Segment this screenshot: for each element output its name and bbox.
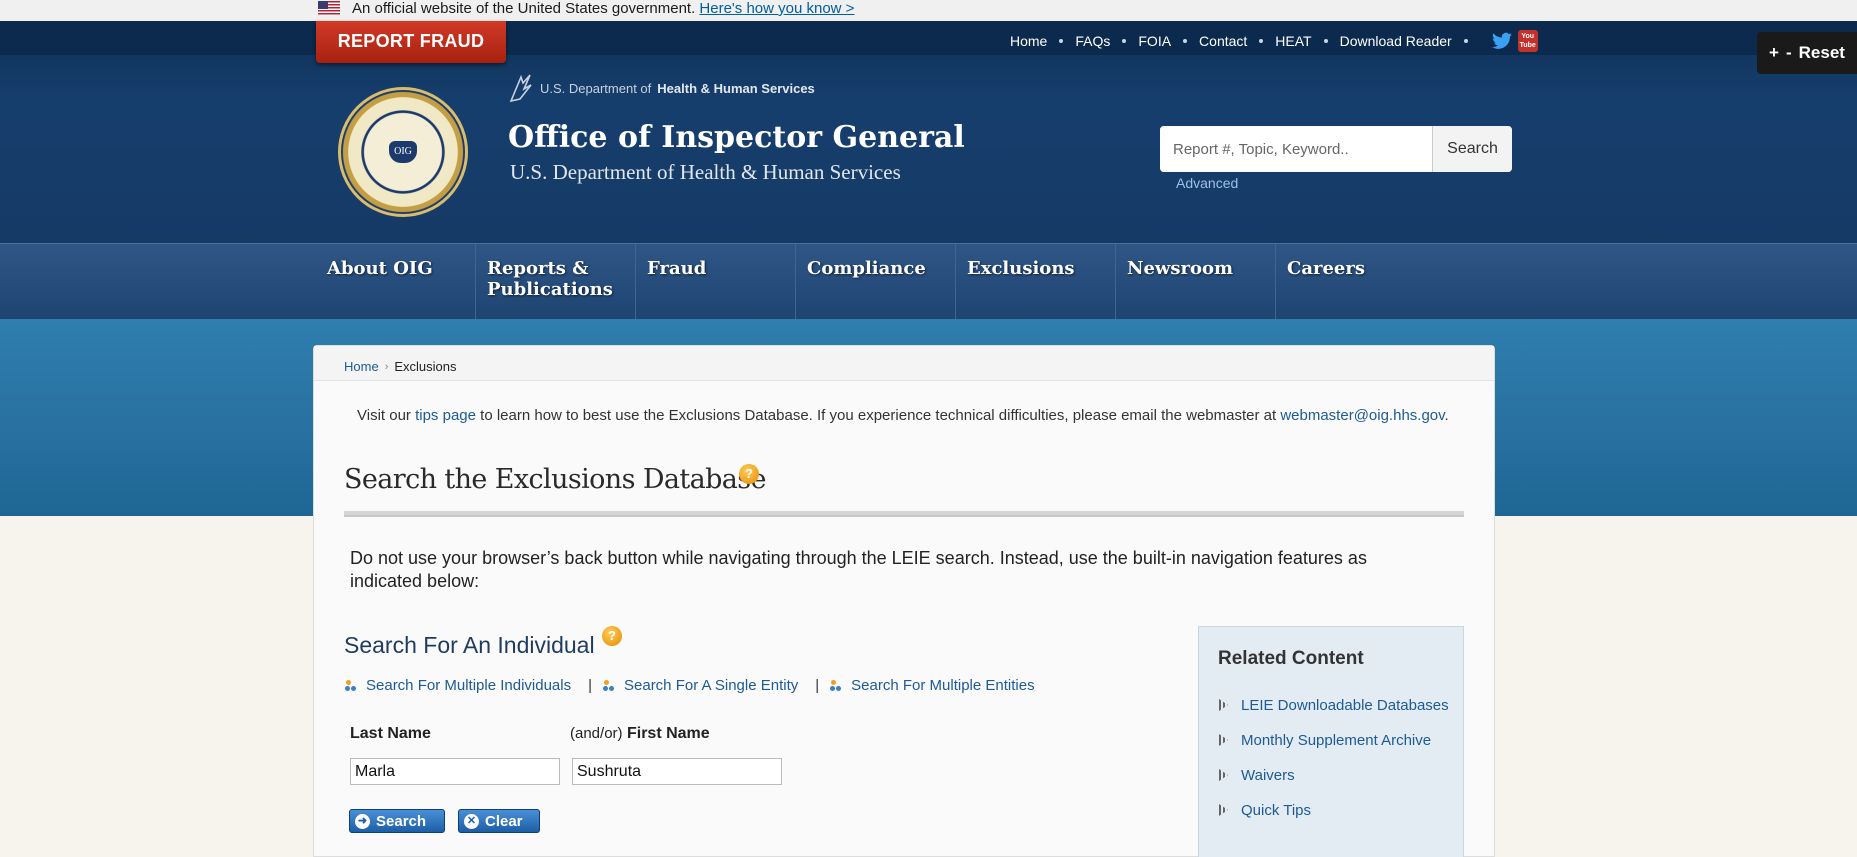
zoom-out-button[interactable]: - <box>1786 43 1792 63</box>
page-title: Search the Exclusions Database <box>344 464 767 495</box>
seal-oig-text: OIG <box>389 141 417 163</box>
related-quick-tips-link[interactable]: Quick Tips <box>1218 800 1453 822</box>
link-label: Search For Multiple Entities <box>851 677 1035 694</box>
navigation-warning: Do not use your browser’s back button wh… <box>350 548 1367 591</box>
first-name-prefix: (and/or) <box>570 725 623 742</box>
util-download-reader-link[interactable]: Download Reader <box>1340 33 1452 49</box>
related-content-title: Related Content <box>1218 648 1364 669</box>
link-bullet-icon <box>602 679 616 692</box>
content-panel: Home › Exclusions Visit our tips page to… <box>313 345 1495 857</box>
chevron-right-icon: › <box>384 360 389 373</box>
link-separator: | <box>815 677 820 694</box>
report-fraud-button[interactable]: REPORT FRAUD <box>316 21 506 63</box>
site-search: Search <box>1160 126 1512 172</box>
search-multiple-entities-link[interactable]: Search For Multiple Entities <box>829 677 1035 694</box>
first-name-label: (and/or) First Name <box>570 725 710 743</box>
search-type-links: Search For Multiple Individuals | Search… <box>344 677 1035 694</box>
tips-text-middle: to learn how to best use the Exclusions … <box>475 407 1281 424</box>
separator-dot <box>1122 39 1127 43</box>
last-name-input[interactable] <box>350 758 560 785</box>
utility-nav: Home FAQs FOIA Contact HEAT Download Rea… <box>1010 30 1538 52</box>
link-bullet-icon <box>829 679 843 692</box>
separator-dot <box>1259 39 1264 43</box>
breadcrumb-home[interactable]: Home <box>344 359 379 374</box>
nav-compliance[interactable]: Compliance <box>796 244 956 320</box>
link-label: Search For Multiple Individuals <box>366 677 572 694</box>
search-multiple-individuals-link[interactable]: Search For Multiple Individuals <box>344 677 571 694</box>
help-icon[interactable]: ? <box>602 626 622 646</box>
hhs-department-line: U.S. Department of Health & Human Servic… <box>508 73 815 103</box>
nav-newsroom[interactable]: Newsroom <box>1116 244 1276 320</box>
related-monthly-supplement-link[interactable]: Monthly Supplement Archive <box>1218 730 1453 752</box>
separator-dot <box>1183 39 1188 43</box>
webmaster-email-link[interactable]: webmaster@oig.hhs.gov <box>1280 407 1444 424</box>
twitter-icon[interactable] <box>1491 32 1512 50</box>
util-faqs-link[interactable]: FAQs <box>1075 33 1110 49</box>
util-contact-link[interactable]: Contact <box>1199 33 1247 49</box>
oig-seal-logo[interactable]: OIG <box>338 87 468 217</box>
last-name-label: Last Name <box>350 725 431 742</box>
clear-button-label: Clear <box>485 812 523 830</box>
youtube-icon[interactable]: You Tube <box>1517 30 1538 52</box>
breadcrumb: Home › Exclusions <box>314 346 1494 381</box>
tips-page-link[interactable]: tips page <box>415 407 476 424</box>
clear-icon: ✕ <box>464 813 479 829</box>
link-separator: | <box>588 677 592 694</box>
zoom-reset-widget: + - Reset <box>1757 32 1857 74</box>
search-single-entity-link[interactable]: Search For A Single Entity <box>602 677 798 694</box>
top-bar <box>0 21 1857 55</box>
related-waivers-link[interactable]: Waivers <box>1218 765 1453 787</box>
gov-banner-text: An official website of the United States… <box>352 0 696 17</box>
hhs-prefix: U.S. Department of <box>540 80 652 96</box>
gov-banner: An official website of the United States… <box>0 0 1857 21</box>
reset-button[interactable]: Reset <box>1799 43 1845 63</box>
link-bullet-icon <box>344 679 358 692</box>
advanced-search-link[interactable]: Advanced <box>1176 175 1238 191</box>
clear-button[interactable]: ✕ Clear <box>458 809 540 833</box>
tips-text-before: Visit our <box>357 407 416 424</box>
util-foia-link[interactable]: FOIA <box>1138 33 1171 49</box>
search-individual-heading: Search For An Individual <box>344 632 595 658</box>
nav-about-oig[interactable]: About OIG <box>316 244 476 320</box>
link-label: Search For A Single Entity <box>624 677 799 694</box>
site-search-input[interactable] <box>1160 126 1432 172</box>
hhs-name: Health & Human Services <box>657 80 815 96</box>
related-content-box: Related Content LEIE Downloadable Databa… <box>1198 626 1464 857</box>
breadcrumb-current: Exclusions <box>394 359 457 374</box>
nav-careers[interactable]: Careers <box>1276 244 1436 320</box>
search-icon: ➜ <box>355 813 370 829</box>
hhs-eagle-icon <box>509 74 532 103</box>
nav-reports-publications[interactable]: Reports & Publications <box>476 244 636 320</box>
tips-notice: Visit our tips page to learn how to best… <box>357 407 1449 424</box>
separator-dot <box>1323 39 1328 43</box>
tips-text-after: . <box>1444 407 1449 424</box>
search-button-label: Search <box>376 812 427 830</box>
flag-icon <box>318 1 340 15</box>
title-divider <box>344 511 1464 517</box>
related-leie-databases-link[interactable]: LEIE Downloadable Databases <box>1218 695 1453 717</box>
separator-dot <box>1463 39 1468 43</box>
util-heat-link[interactable]: HEAT <box>1275 33 1311 49</box>
related-content-list: LEIE Downloadable Databases Monthly Supp… <box>1218 695 1453 835</box>
nav-exclusions[interactable]: Exclusions <box>956 244 1116 320</box>
first-name-label-text: First Name <box>626 725 710 742</box>
site-title[interactable]: Office of Inspector General <box>508 120 965 155</box>
search-button[interactable]: ➜ Search <box>349 809 445 833</box>
how-you-know-link[interactable]: Here's how you know > <box>699 0 854 17</box>
help-icon[interactable]: ? <box>739 464 759 484</box>
util-home-link[interactable]: Home <box>1010 33 1047 49</box>
zoom-in-button[interactable]: + <box>1769 43 1779 63</box>
site-search-button[interactable]: Search <box>1432 126 1512 172</box>
nav-fraud[interactable]: Fraud <box>636 244 796 320</box>
site-header: REPORT FRAUD Home FAQs FOIA Contact HEAT… <box>0 21 1857 243</box>
main-nav: About OIG Reports & Publications Fraud C… <box>0 243 1857 320</box>
separator-dot <box>1059 39 1064 43</box>
site-subtitle: U.S. Department of Health & Human Servic… <box>510 160 901 184</box>
first-name-input[interactable] <box>572 758 782 785</box>
